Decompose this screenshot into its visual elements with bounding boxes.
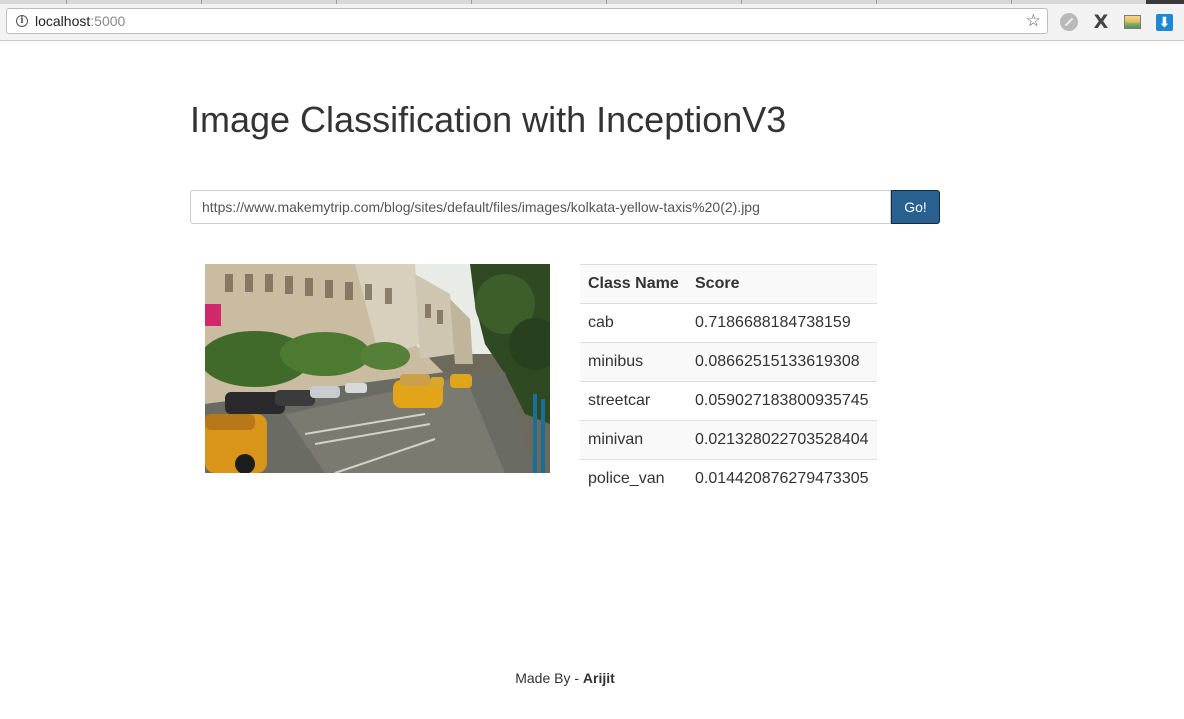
- results-table: Class Name Score cab 0.7186688184738159 …: [580, 264, 877, 498]
- page-title: Image Classification with InceptionV3: [190, 99, 787, 140]
- image-icon[interactable]: [1124, 15, 1141, 29]
- score-cell: 0.059027183800935745: [687, 381, 877, 421]
- street-photo: [205, 264, 550, 473]
- download-icon[interactable]: ⬇: [1156, 14, 1173, 31]
- star-icon[interactable]: ☆: [1026, 11, 1041, 31]
- score-cell: 0.7186688184738159: [687, 303, 877, 343]
- compass-icon[interactable]: [1060, 13, 1078, 31]
- table-header-row: Class Name Score: [580, 264, 877, 304]
- address-bar[interactable]: i localhost:5000 ☆: [6, 8, 1048, 34]
- score-cell: 0.014420876279473305: [687, 459, 877, 498]
- table-row: streetcar 0.059027183800935745: [580, 381, 877, 421]
- table-row: minivan 0.021328022703528404: [580, 420, 877, 460]
- class-name-cell: police_van: [580, 459, 687, 498]
- table-row: police_van 0.014420876279473305: [580, 459, 877, 498]
- url-form: Go!: [190, 190, 940, 224]
- classified-image: [205, 264, 550, 473]
- x-icon[interactable]: X: [1092, 13, 1110, 32]
- info-icon[interactable]: i: [16, 15, 28, 27]
- class-name-cell: streetcar: [580, 381, 687, 421]
- go-button[interactable]: Go!: [891, 190, 940, 224]
- header-class-name: Class Name: [580, 264, 687, 304]
- url-port: :5000: [90, 13, 126, 29]
- address-url[interactable]: localhost:5000: [35, 13, 125, 29]
- score-cell: 0.021328022703528404: [687, 420, 877, 460]
- browser-toolbar: i localhost:5000 ☆ X ⬇: [0, 4, 1184, 41]
- url-host: localhost: [35, 13, 91, 29]
- class-name-cell: cab: [580, 303, 687, 343]
- table-row: minibus 0.08662515133619308: [580, 342, 877, 382]
- class-name-cell: minivan: [580, 420, 687, 460]
- footer-author: Arijit: [582, 670, 615, 686]
- table-row: cab 0.7186688184738159: [580, 303, 877, 343]
- header-score: Score: [687, 264, 877, 304]
- footer: Made By - Arijit: [0, 670, 1130, 686]
- footer-prefix: Made By -: [515, 670, 583, 686]
- class-name-cell: minibus: [580, 342, 687, 382]
- image-url-input[interactable]: [190, 190, 891, 224]
- score-cell: 0.08662515133619308: [687, 342, 877, 382]
